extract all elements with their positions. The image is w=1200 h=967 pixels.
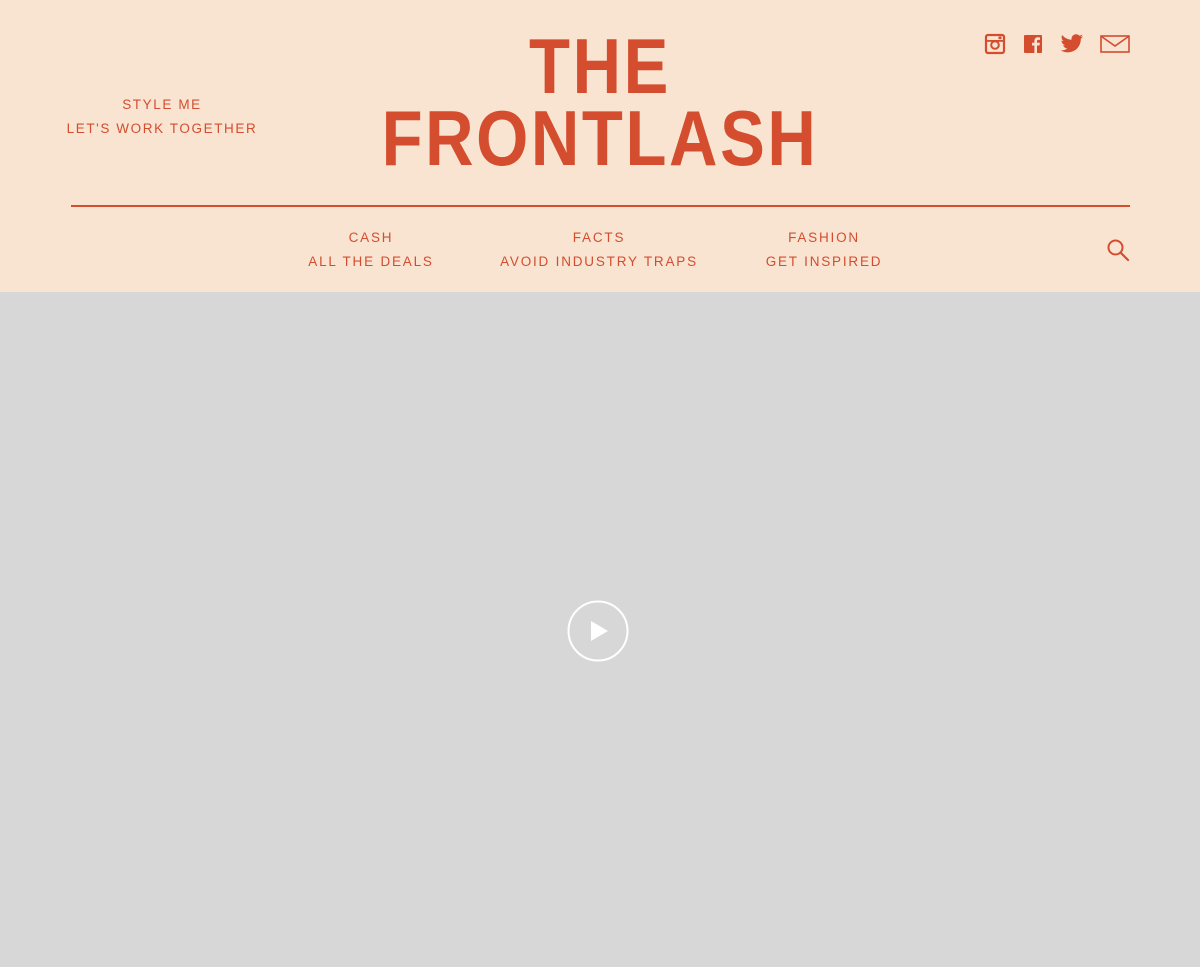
- nav-item-cash[interactable]: CASH ALL THE DEALS: [308, 226, 433, 274]
- style-me-link[interactable]: STYLE ME: [62, 93, 262, 117]
- mail-icon[interactable]: [1100, 34, 1130, 54]
- nav-item-subtitle: GET INSPIRED: [765, 254, 883, 269]
- work-together-link[interactable]: LET'S WORK TOGETHER: [62, 117, 262, 141]
- facebook-icon[interactable]: [1022, 33, 1044, 55]
- play-icon[interactable]: [567, 600, 629, 662]
- nav-item-subtitle: ALL THE DEALS: [308, 254, 434, 269]
- nav-item-facts[interactable]: FACTS AVOID INDUSTRY TRAPS: [500, 226, 698, 274]
- nav-item-title: FACTS: [572, 230, 626, 245]
- twitter-icon[interactable]: [1060, 33, 1084, 55]
- header-left-links: STYLE ME LET'S WORK TOGETHER: [62, 93, 262, 141]
- site-header: STYLE ME LET'S WORK TOGETHER THE FRONTLA…: [0, 0, 1200, 292]
- logo-line-1: THE: [529, 22, 671, 110]
- search-icon[interactable]: [1106, 238, 1130, 262]
- logo-line-2: FRONTLASH: [381, 94, 819, 182]
- nav-item-fashion[interactable]: FASHION GET INSPIRED: [766, 226, 883, 274]
- site-logo[interactable]: THE FRONTLASH: [330, 22, 870, 182]
- main-nav: CASH ALL THE DEALS FACTS AVOID INDUSTRY …: [0, 226, 1200, 276]
- nav-item-subtitle: AVOID INDUSTRY TRAPS: [500, 254, 698, 269]
- social-links: [984, 32, 1130, 56]
- nav-item-title: FASHION: [788, 230, 860, 245]
- instagram-icon[interactable]: [984, 33, 1006, 55]
- header-divider: [71, 205, 1130, 207]
- nav-item-title: CASH: [348, 230, 394, 245]
